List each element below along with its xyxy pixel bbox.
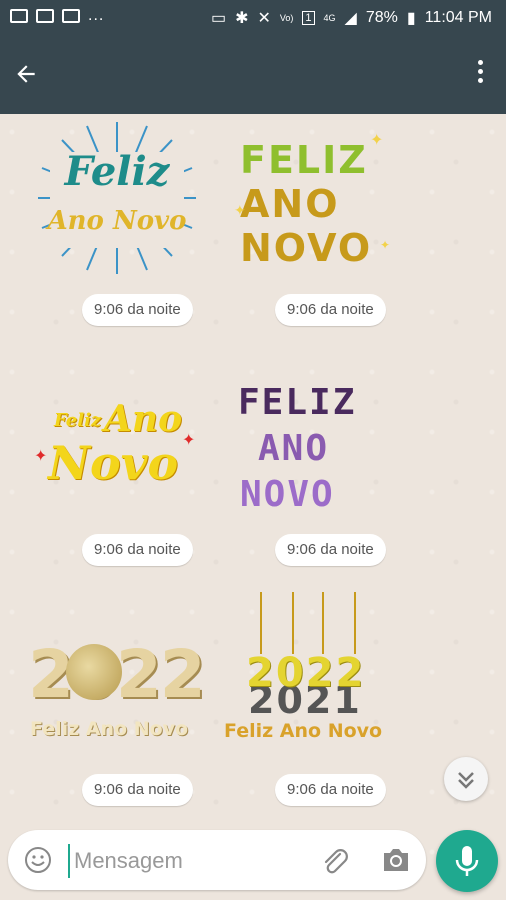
signal-icon: ◢ — [344, 10, 357, 27]
sticker-text: Feliz Ano Novo — [224, 720, 383, 742]
hanging-string — [322, 592, 324, 654]
camera-icon — [384, 849, 408, 871]
sticker-text: Ano — [104, 398, 183, 440]
sticker-feliz-ano-novo-purple[interactable]: FELIZ ANO NOVO — [230, 378, 400, 538]
sticker-text: Ano Novo — [47, 206, 187, 236]
paperclip-icon — [324, 849, 348, 874]
sticker-feliz-ano-novo-yellow[interactable]: Feliz Ano Novo ✦ ✦ — [32, 382, 202, 542]
message-time: 9:06 da noite — [82, 294, 193, 326]
attach-button[interactable] — [318, 844, 352, 878]
chat-header — [0, 36, 506, 114]
voice-record-button[interactable] — [436, 830, 498, 892]
voicemail-icon — [10, 9, 28, 23]
firework-burst-icon — [38, 122, 196, 274]
notification-icons: ... — [10, 7, 104, 25]
emoji-icon — [25, 847, 51, 873]
cast-icon: ▭ — [210, 10, 227, 27]
sticker-feliz-ano-novo-gold[interactable]: FELIZ ANO NOVO ✦ ✦ ✦ — [230, 128, 400, 288]
sticker-text: FELIZ — [238, 382, 357, 423]
scroll-to-bottom-button[interactable] — [444, 757, 488, 801]
sticker-text: Feliz Ano Novo — [30, 718, 189, 740]
more-options-button[interactable] — [470, 56, 490, 92]
star-icon: ✦ — [34, 448, 48, 465]
arrow-left-icon — [17, 65, 35, 83]
more-vert-icon — [477, 60, 483, 65]
star-icon: ✦ — [182, 432, 196, 449]
emoji-button[interactable] — [24, 846, 52, 874]
more-notifications-icon: ... — [88, 7, 105, 24]
sticker-2022-moon[interactable]: 2022 Feliz Ano Novo — [28, 620, 206, 780]
hanging-string — [292, 592, 294, 654]
sticker-text: ANO — [240, 182, 340, 226]
network-type: 4G — [323, 13, 336, 23]
sparkle-icon: ✦ — [370, 132, 384, 149]
camera-button[interactable] — [380, 846, 412, 874]
double-chevron-down-icon — [458, 772, 474, 789]
back-button[interactable] — [8, 56, 44, 92]
sticker-text: NOVO — [240, 474, 335, 515]
message-time: 9:06 da noite — [275, 774, 386, 806]
sticker-text: Novo — [48, 436, 179, 490]
moon-icon — [66, 644, 122, 700]
sim-icon: 1 — [302, 11, 315, 25]
message-time: 9:06 da noite — [275, 534, 386, 566]
message-icon — [62, 9, 80, 23]
chat-area[interactable]: Feliz Ano Novo 9:06 da noite FELIZ ANO N… — [0, 114, 506, 900]
sticker-feliz-ano-novo-burst[interactable]: Feliz Ano Novo — [32, 118, 202, 278]
mute-icon: ✕ — [257, 10, 271, 27]
volte-label: Vo) — [279, 13, 294, 23]
sticker-text: NOVO — [240, 226, 373, 270]
microphone-icon — [455, 846, 479, 876]
sticker-text: Feliz — [54, 410, 102, 431]
battery-icon: ▮ — [406, 10, 416, 27]
message-composer — [8, 830, 426, 890]
bluetooth-icon: ✱ — [235, 10, 249, 27]
voicemail-icon — [36, 9, 54, 23]
hanging-string — [260, 592, 262, 654]
message-time: 9:06 da noite — [82, 534, 193, 566]
sticker-text: Feliz — [64, 148, 170, 195]
message-input[interactable] — [68, 844, 306, 878]
sticker-2022-hanging[interactable]: 2021 2022 Feliz Ano Novo — [222, 592, 392, 752]
sticker-text: ANO — [258, 428, 330, 469]
message-time: 9:06 da noite — [82, 774, 193, 806]
sticker-text: FELIZ — [240, 138, 368, 182]
status-bar: ... ▭ ✱ ✕ Vo) 1 4G ◢ 78% ▮ 11:04 PM — [0, 0, 506, 36]
clock: 11:04 PM — [424, 9, 492, 26]
message-time: 9:06 da noite — [275, 294, 386, 326]
battery-percent: 78% — [365, 9, 398, 26]
hanging-string — [354, 592, 356, 654]
sticker-text: 2022 — [246, 650, 366, 696]
sparkle-icon: ✦ — [380, 238, 391, 252]
system-icons: ▭ ✱ ✕ Vo) 1 4G ◢ 78% ▮ 11:04 PM — [211, 8, 492, 28]
sparkle-icon: ✦ — [234, 202, 246, 218]
